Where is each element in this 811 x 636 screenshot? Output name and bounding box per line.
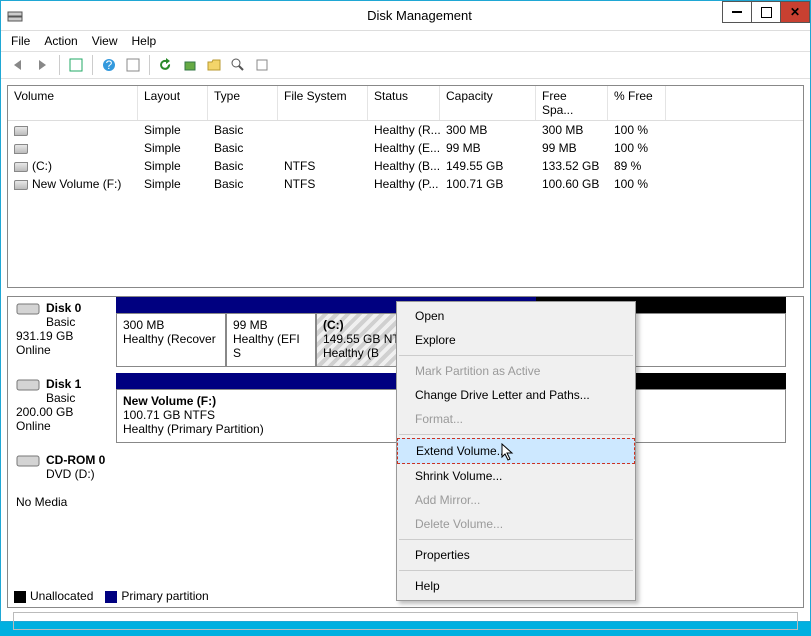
ctx-delete-volume: Delete Volume...: [397, 512, 635, 536]
ctx-shrink-volume[interactable]: Shrink Volume...: [397, 464, 635, 488]
menu-view[interactable]: View: [92, 34, 118, 48]
volume-row[interactable]: (C:)SimpleBasicNTFSHealthy (B...149.55 G…: [8, 157, 803, 175]
disk-label: Disk 0Basic931.19 GBOnline: [12, 297, 116, 367]
menu-action[interactable]: Action: [44, 34, 77, 48]
window-buttons: ✕: [723, 1, 810, 23]
tool-icon-4[interactable]: [252, 55, 272, 75]
menu-help[interactable]: Help: [132, 34, 157, 48]
legend-swatch-unallocated: [14, 591, 26, 603]
ctx-add-mirror: Add Mirror...: [397, 488, 635, 512]
context-menu: Open Explore Mark Partition as Active Ch…: [396, 301, 636, 601]
window-title: Disk Management: [29, 8, 810, 23]
legend: Unallocated Primary partition: [14, 589, 209, 603]
ctx-extend-volume[interactable]: Extend Volume...: [397, 438, 635, 464]
partition[interactable]: 99 MBHealthy (EFI S: [226, 313, 316, 367]
ctx-mark-active: Mark Partition as Active: [397, 359, 635, 383]
folder-icon[interactable]: [204, 55, 224, 75]
close-button[interactable]: ✕: [780, 1, 810, 23]
tool-icon-2[interactable]: [123, 55, 143, 75]
col-filesystem[interactable]: File System: [278, 86, 368, 120]
volume-list-header: Volume Layout Type File System Status Ca…: [8, 86, 803, 121]
col-type[interactable]: Type: [208, 86, 278, 120]
back-button[interactable]: [9, 55, 29, 75]
col-capacity[interactable]: Capacity: [440, 86, 536, 120]
menubar: File Action View Help: [1, 31, 810, 51]
disk-label: CD-ROM 0DVD (D:)No Media: [12, 449, 116, 519]
maximize-button[interactable]: [751, 1, 781, 23]
tool-icon-3[interactable]: [180, 55, 200, 75]
menu-file[interactable]: File: [11, 34, 30, 48]
partition[interactable]: 300 MBHealthy (Recover: [116, 313, 226, 367]
volume-row[interactable]: SimpleBasicHealthy (E...99 MB99 MB100 %: [8, 139, 803, 157]
ctx-open[interactable]: Open: [397, 304, 635, 328]
search-icon[interactable]: [228, 55, 248, 75]
col-layout[interactable]: Layout: [138, 86, 208, 120]
ctx-change-letter[interactable]: Change Drive Letter and Paths...: [397, 383, 635, 407]
ctx-properties[interactable]: Properties: [397, 543, 635, 567]
legend-swatch-primary: [105, 591, 117, 603]
refresh-icon[interactable]: [156, 55, 176, 75]
toolbar: ?: [1, 51, 810, 79]
ctx-help[interactable]: Help: [397, 574, 635, 598]
col-free[interactable]: Free Spa...: [536, 86, 608, 120]
minimize-button[interactable]: [722, 1, 752, 23]
legend-unallocated-label: Unallocated: [30, 589, 93, 603]
app-icon: [1, 8, 29, 24]
help-icon[interactable]: ?: [99, 55, 119, 75]
col-status[interactable]: Status: [368, 86, 440, 120]
legend-primary-label: Primary partition: [121, 589, 208, 603]
volume-row[interactable]: SimpleBasicHealthy (R...300 MB300 MB100 …: [8, 121, 803, 139]
volume-list: Volume Layout Type File System Status Ca…: [7, 85, 804, 288]
svg-text:?: ?: [106, 58, 113, 72]
partition[interactable]: [624, 389, 786, 443]
titlebar: Disk Management ✕: [1, 1, 810, 31]
tool-icon-1[interactable]: [66, 55, 86, 75]
ctx-explore[interactable]: Explore: [397, 328, 635, 352]
forward-button[interactable]: [33, 55, 53, 75]
volume-list-body: SimpleBasicHealthy (R...300 MB300 MB100 …: [8, 121, 803, 287]
window: Disk Management ✕ File Action View Help …: [0, 0, 811, 622]
col-volume[interactable]: Volume: [8, 86, 138, 120]
horizontal-scrollbar[interactable]: [13, 612, 798, 630]
ctx-format: Format...: [397, 407, 635, 431]
volume-row[interactable]: New Volume (F:)SimpleBasicNTFSHealthy (P…: [8, 175, 803, 193]
disk-label: Disk 1Basic200.00 GBOnline: [12, 373, 116, 443]
col-pctfree[interactable]: % Free: [608, 86, 666, 120]
